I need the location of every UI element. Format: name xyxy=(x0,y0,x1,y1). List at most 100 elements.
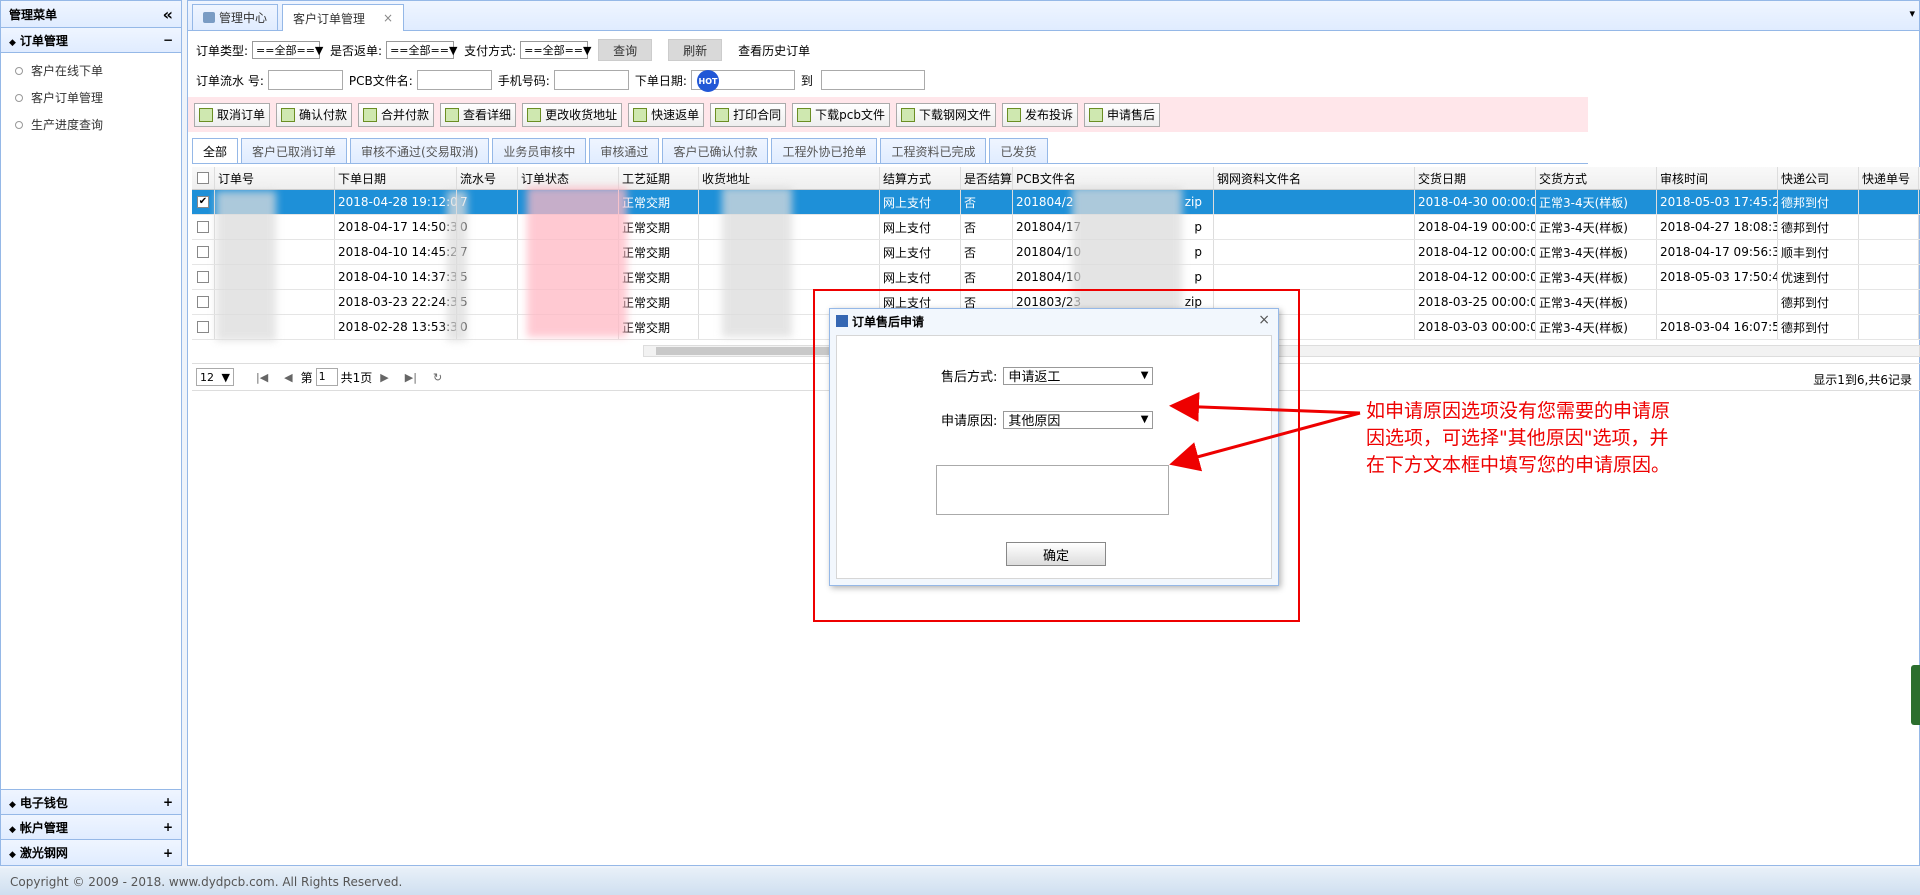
table-cell: 2018-04-12 00:00:00 xyxy=(1415,240,1536,264)
serial-input[interactable] xyxy=(267,70,343,90)
filter-row-1: 订单类型: ==全部== ▼ 是否返单: ==全部== ▼ 支付方式: ==全部==… xyxy=(196,39,1776,61)
first-page-icon[interactable]: |◀ xyxy=(256,371,268,384)
merge-payment-button[interactable]: 合并付款 xyxy=(358,102,435,127)
next-page-icon[interactable]: ▶ xyxy=(380,371,388,384)
row-checkbox[interactable] xyxy=(197,271,209,283)
row-checkbox[interactable] xyxy=(197,221,209,233)
tab-customer-orders[interactable]: 客户订单管理 × xyxy=(282,4,405,31)
row-checkbox[interactable] xyxy=(197,246,209,258)
col-header[interactable]: 订单状态 xyxy=(518,167,619,189)
refresh-button[interactable]: 刷新 xyxy=(668,39,723,61)
minus-icon[interactable]: − xyxy=(163,33,173,47)
col-header[interactable]: 快递单号 xyxy=(1859,167,1919,189)
quick-reorder-button[interactable]: 快速返单 xyxy=(628,102,705,127)
accordion-order-management[interactable]: 订单管理 − xyxy=(1,28,181,53)
tab-shipped[interactable]: 已发货 xyxy=(989,138,1048,163)
table-cell xyxy=(1214,190,1415,214)
table-cell: 否 xyxy=(961,215,1013,239)
tab-paid[interactable]: 客户已确认付款 xyxy=(662,138,769,163)
confirm-payment-button[interactable]: 确认付款 xyxy=(276,102,353,127)
col-header[interactable]: 收货地址 xyxy=(699,167,880,189)
change-address-button[interactable]: 更改收货地址 xyxy=(522,102,623,127)
tab-management-center[interactable]: 管理中心 xyxy=(192,4,279,30)
col-header[interactable]: PCB文件名 xyxy=(1013,167,1214,189)
is-return-select[interactable]: ==全部== ▼ xyxy=(386,41,457,59)
tab-reviewing[interactable]: 业务员审核中 xyxy=(492,138,587,163)
table-cell: 正常交期 xyxy=(619,290,699,314)
payment-select[interactable]: ==全部== ▼ xyxy=(520,41,591,59)
table-cell xyxy=(1214,240,1415,264)
tab-approved[interactable]: 审核通过 xyxy=(589,138,660,163)
plus-icon[interactable]: + xyxy=(163,820,173,834)
chevron-down-icon[interactable]: ▾ xyxy=(1909,7,1915,20)
tab-all[interactable]: 全部 xyxy=(192,138,239,163)
accordion-wallet[interactable]: 电子钱包 + xyxy=(1,790,181,815)
view-detail-button[interactable]: 查看详细 xyxy=(440,102,517,127)
side-widget[interactable] xyxy=(1911,665,1920,725)
ok-button[interactable]: 确定 xyxy=(1006,542,1106,566)
page-size-select[interactable]: 12 ▼ xyxy=(196,368,234,386)
col-header[interactable]: 下单日期 xyxy=(335,167,457,189)
table-cell: 正常3-4天(样板) xyxy=(1536,215,1657,239)
accordion-account[interactable]: 帐户管理 + xyxy=(1,815,181,840)
sidebar-item-order-management[interactable]: 客户订单管理 xyxy=(1,84,181,111)
col-header[interactable]: 交货日期 xyxy=(1415,167,1536,189)
close-icon[interactable]: × xyxy=(1258,312,1270,328)
sidebar-item-progress-query[interactable]: 生产进度查询 xyxy=(1,111,181,138)
accordion-label: 激光钢网 xyxy=(9,844,68,861)
last-page-icon[interactable]: ▶| xyxy=(405,371,417,384)
sidebar-item-online-order[interactable]: 客户在线下单 xyxy=(1,57,181,84)
select-all-cell[interactable] xyxy=(192,167,215,189)
accordion-laser-stencil[interactable]: 激光钢网 + xyxy=(1,840,181,865)
select-value: 申请返工 xyxy=(1008,370,1061,385)
button-label: 确认付款 xyxy=(299,108,348,122)
pcb-input[interactable] xyxy=(416,70,492,90)
close-icon[interactable]: × xyxy=(383,11,393,25)
search-icon xyxy=(445,107,460,122)
table-cell: 否 xyxy=(961,265,1013,289)
tab-cancelled[interactable]: 客户已取消订单 xyxy=(241,138,348,163)
col-header[interactable]: 结算方式 xyxy=(880,167,961,189)
col-header[interactable]: 流水号 xyxy=(457,167,518,189)
row-checkbox[interactable] xyxy=(197,296,209,308)
phone-input[interactable] xyxy=(553,70,629,90)
tab-outsourced[interactable]: 工程外协已抢单 xyxy=(771,138,878,163)
method-select[interactable]: 申请返工 ▼ xyxy=(1003,366,1154,385)
plus-icon[interactable]: + xyxy=(163,846,173,860)
page-number-input[interactable]: 1 xyxy=(315,368,338,386)
dialog-title-bar: 订单售后申请 xyxy=(830,309,1278,333)
col-header[interactable]: 工艺延期 xyxy=(619,167,699,189)
col-header[interactable]: 钢网资料文件名 xyxy=(1214,167,1415,189)
tab-engineering-done[interactable]: 工程资料已完成 xyxy=(880,138,987,163)
reason-select[interactable]: 其他原因 ▼ xyxy=(1003,410,1154,429)
row-checkbox[interactable]: ✔ xyxy=(197,196,209,208)
collapse-icon[interactable]: « xyxy=(163,5,173,24)
reason-textarea[interactable] xyxy=(936,465,1169,515)
print-contract-button[interactable]: 打印合同 xyxy=(710,102,787,127)
tab-rejected[interactable]: 审核不通过(交易取消) xyxy=(350,138,490,163)
after-sale-button[interactable]: 申请售后 xyxy=(1083,102,1160,127)
download-pcb-button[interactable]: 下载pcb文件 xyxy=(792,102,890,127)
col-header[interactable]: 审核时间 xyxy=(1657,167,1778,189)
select-all-checkbox[interactable] xyxy=(197,172,209,184)
download-stencil-button[interactable]: 下载钢网文件 xyxy=(895,102,996,127)
prev-page-icon[interactable]: ◀ xyxy=(284,371,292,384)
plus-icon[interactable]: + xyxy=(163,795,173,809)
col-header[interactable]: 订单号 xyxy=(215,167,335,189)
date-to-input[interactable] xyxy=(820,70,925,90)
blur-overlay xyxy=(447,191,467,341)
query-button[interactable]: 查询 xyxy=(598,39,653,61)
table-cell: 优速到付 xyxy=(1778,265,1859,289)
col-header[interactable]: 快递公司 xyxy=(1778,167,1859,189)
cancel-order-button[interactable]: 取消订单 xyxy=(194,102,271,127)
row-checkbox[interactable] xyxy=(197,321,209,333)
col-header[interactable]: 是否结算 xyxy=(961,167,1013,189)
history-link[interactable]: 查看历史订单 xyxy=(738,42,810,59)
button-label: 申请售后 xyxy=(1106,108,1155,122)
col-header[interactable]: 交货方式 xyxy=(1536,167,1657,189)
filter-row-2: 订单流水 号: PCB文件名: 手机号码: 下单日期: 到 xyxy=(196,69,1776,91)
date-to-label: 到 xyxy=(800,73,813,88)
order-type-select[interactable]: ==全部== ▼ xyxy=(252,41,323,59)
reload-icon[interactable]: ↻ xyxy=(433,371,442,384)
publish-complaint-button[interactable]: 发布投诉 xyxy=(1001,102,1078,127)
